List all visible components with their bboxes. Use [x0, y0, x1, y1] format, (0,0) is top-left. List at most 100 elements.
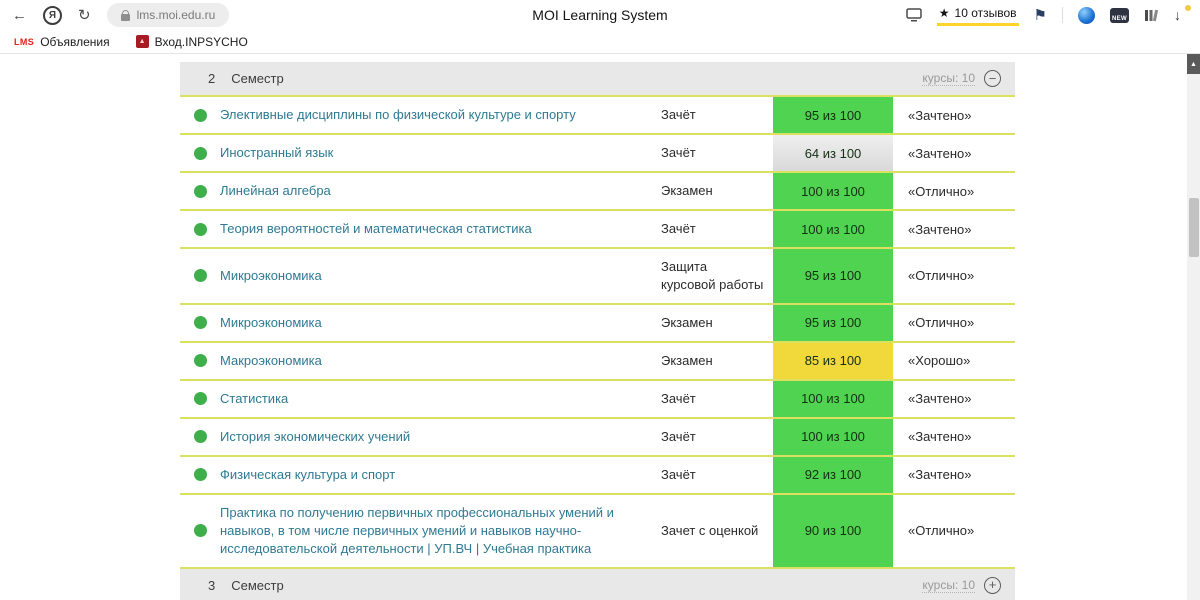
scroll-up-icon[interactable]: ▲: [1187, 54, 1200, 74]
lock-icon: [120, 9, 130, 21]
courses-count-link[interactable]: курсы: 10: [922, 578, 975, 593]
toolbar-right-icons: ★ 10 отзывов ⚑ NEW ↓: [906, 4, 1191, 26]
inpsycho-logo-icon: ▲: [135, 35, 149, 48]
score-cell: 100 из 100: [773, 418, 893, 455]
course-link[interactable]: Практика по получению первичных професси…: [220, 495, 661, 567]
status-dot-cell: [180, 249, 220, 303]
status-dot-icon: [193, 392, 207, 406]
course-link[interactable]: Элективные дисциплины по физической куль…: [220, 97, 661, 133]
status-dot-icon: [193, 468, 207, 482]
course-link[interactable]: Теория вероятностей и математическая ста…: [220, 211, 661, 247]
assessment-type: Защита курсовой работы: [661, 259, 764, 292]
score-cell: 64 из 100: [773, 135, 893, 171]
course-link[interactable]: Линейная алгебра: [220, 173, 661, 209]
bookmark-label: Вход.INPSYCHO: [154, 34, 248, 49]
scrollbar[interactable]: ▲: [1187, 54, 1200, 600]
course-link[interactable]: Микроэкономика: [220, 249, 661, 303]
score-cell: 95 из 100: [773, 249, 893, 303]
semester-number: 3: [208, 577, 216, 593]
score-cell: 100 из 100: [773, 211, 893, 247]
assessment-type: Экзамен: [661, 183, 713, 199]
browser-ball-extension-icon[interactable]: [1078, 6, 1095, 24]
status-dot-icon: [193, 108, 207, 122]
semester-3-header: 3 Семестр курсы: 10 +: [180, 568, 1015, 600]
status-dot-icon: [193, 430, 207, 444]
back-icon[interactable]: ←: [12, 8, 27, 23]
status-dot-cell: [180, 305, 220, 341]
courses-count-link[interactable]: курсы: 10: [922, 71, 975, 86]
url-text: lms.moi.edu.ru: [136, 8, 216, 22]
course-row: Линейная алгебра Экзамен 100 из 100 «Отл…: [180, 173, 1015, 211]
course-link[interactable]: История экономических учений: [220, 419, 661, 455]
score-cell: 85 из 100: [773, 342, 893, 379]
refresh-icon[interactable]: ↻: [78, 8, 91, 23]
score-cell: 100 из 100: [773, 380, 893, 417]
lms-logo-icon: LMS: [14, 36, 35, 47]
score-cell: 90 из 100: [773, 494, 893, 567]
assessment-type: Зачёт: [661, 107, 696, 123]
score-cell: 92 из 100: [773, 456, 893, 493]
assessment-type: Зачёт: [661, 466, 696, 482]
course-link[interactable]: Физическая культура и спорт: [220, 457, 661, 493]
collections-icon[interactable]: [1144, 8, 1159, 23]
grade-text: «Зачтено»: [908, 391, 972, 407]
download-icon[interactable]: ↓: [1174, 5, 1191, 23]
score-cell: 95 из 100: [773, 304, 893, 341]
expand-semester-icon[interactable]: +: [984, 576, 1001, 594]
status-dot-icon: [193, 222, 207, 236]
yandex-icon[interactable]: Я: [43, 5, 62, 25]
course-row: Элективные дисциплины по физической куль…: [180, 97, 1015, 135]
course-row: Теория вероятностей и математическая ста…: [180, 211, 1015, 249]
toolbar-divider: [1062, 7, 1063, 23]
status-dot-icon: [193, 269, 207, 283]
status-dot-icon: [193, 524, 207, 538]
course-link[interactable]: Микроэкономика: [220, 305, 661, 341]
scrollbar-thumb[interactable]: [1188, 198, 1199, 257]
bookmark-inpsycho-login[interactable]: ▲ Вход.INPSYCHO: [135, 34, 248, 49]
semester-label: Семестр: [231, 71, 284, 86]
course-row: История экономических учений Зачёт 100 и…: [180, 418, 1015, 457]
course-link[interactable]: Иностранный язык: [220, 135, 661, 171]
grades-table: 2 Семестр курсы: 10 − Элективные дисципл…: [180, 62, 1015, 600]
status-dot-cell: [180, 135, 220, 171]
course-table-body: Элективные дисциплины по физической куль…: [180, 97, 1015, 569]
assessment-type: Зачёт: [661, 390, 696, 406]
course-row: Физическая культура и спорт Зачёт 92 из …: [180, 456, 1015, 495]
status-dot-icon: [193, 146, 207, 160]
bookmark-lms-announcements[interactable]: LMS Объявления: [14, 35, 110, 49]
status-dot-icon: [193, 184, 207, 198]
grade-text: «Зачтено»: [908, 145, 972, 161]
page-title: MOI Learning System: [532, 7, 668, 23]
grade-text: «Зачтено»: [908, 107, 972, 123]
score-cell: 95 из 100: [773, 97, 893, 133]
reviews-badge[interactable]: ★ 10 отзывов: [936, 4, 1019, 26]
status-dot-icon: [193, 354, 207, 368]
collapse-semester-icon[interactable]: −: [984, 70, 1001, 87]
status-dot-cell: [180, 495, 220, 567]
address-bar[interactable]: lms.moi.edu.ru: [106, 3, 230, 27]
screen-share-icon[interactable]: [906, 8, 922, 22]
grade-text: «Отлично»: [908, 315, 975, 331]
status-dot-cell: [180, 211, 220, 247]
browser-toolbar: ← Я ↻ lms.moi.edu.ru MOI Learning System…: [0, 0, 1200, 30]
assessment-type: Экзамен: [661, 352, 713, 368]
grade-text: «Отлично»: [908, 183, 975, 199]
grade-text: «Хорошо»: [908, 353, 971, 369]
course-link[interactable]: Статистика: [220, 381, 661, 417]
course-row: Практика по получению первичных професси…: [180, 494, 1015, 569]
semester-2-header: 2 Семестр курсы: 10 −: [180, 62, 1015, 97]
grade-text: «Зачтено»: [908, 467, 972, 483]
status-dot-cell: [180, 457, 220, 493]
bookmark-flag-icon[interactable]: ⚑: [1034, 6, 1047, 24]
status-dot-cell: [180, 419, 220, 455]
course-link[interactable]: Макроэкономика: [220, 343, 661, 379]
course-row: Микроэкономика Экзамен 95 из 100 «Отличн…: [180, 304, 1015, 343]
status-dot-cell: [180, 97, 220, 133]
course-row: Иностранный язык Зачёт 64 из 100 «Зачтен…: [180, 135, 1015, 173]
grade-text: «Отлично»: [908, 523, 975, 539]
star-icon: ★: [938, 6, 950, 20]
status-dot-cell: [180, 381, 220, 417]
new-extension-icon[interactable]: NEW: [1110, 7, 1129, 23]
score-cell: 100 из 100: [773, 173, 893, 209]
status-dot-cell: [180, 173, 220, 209]
